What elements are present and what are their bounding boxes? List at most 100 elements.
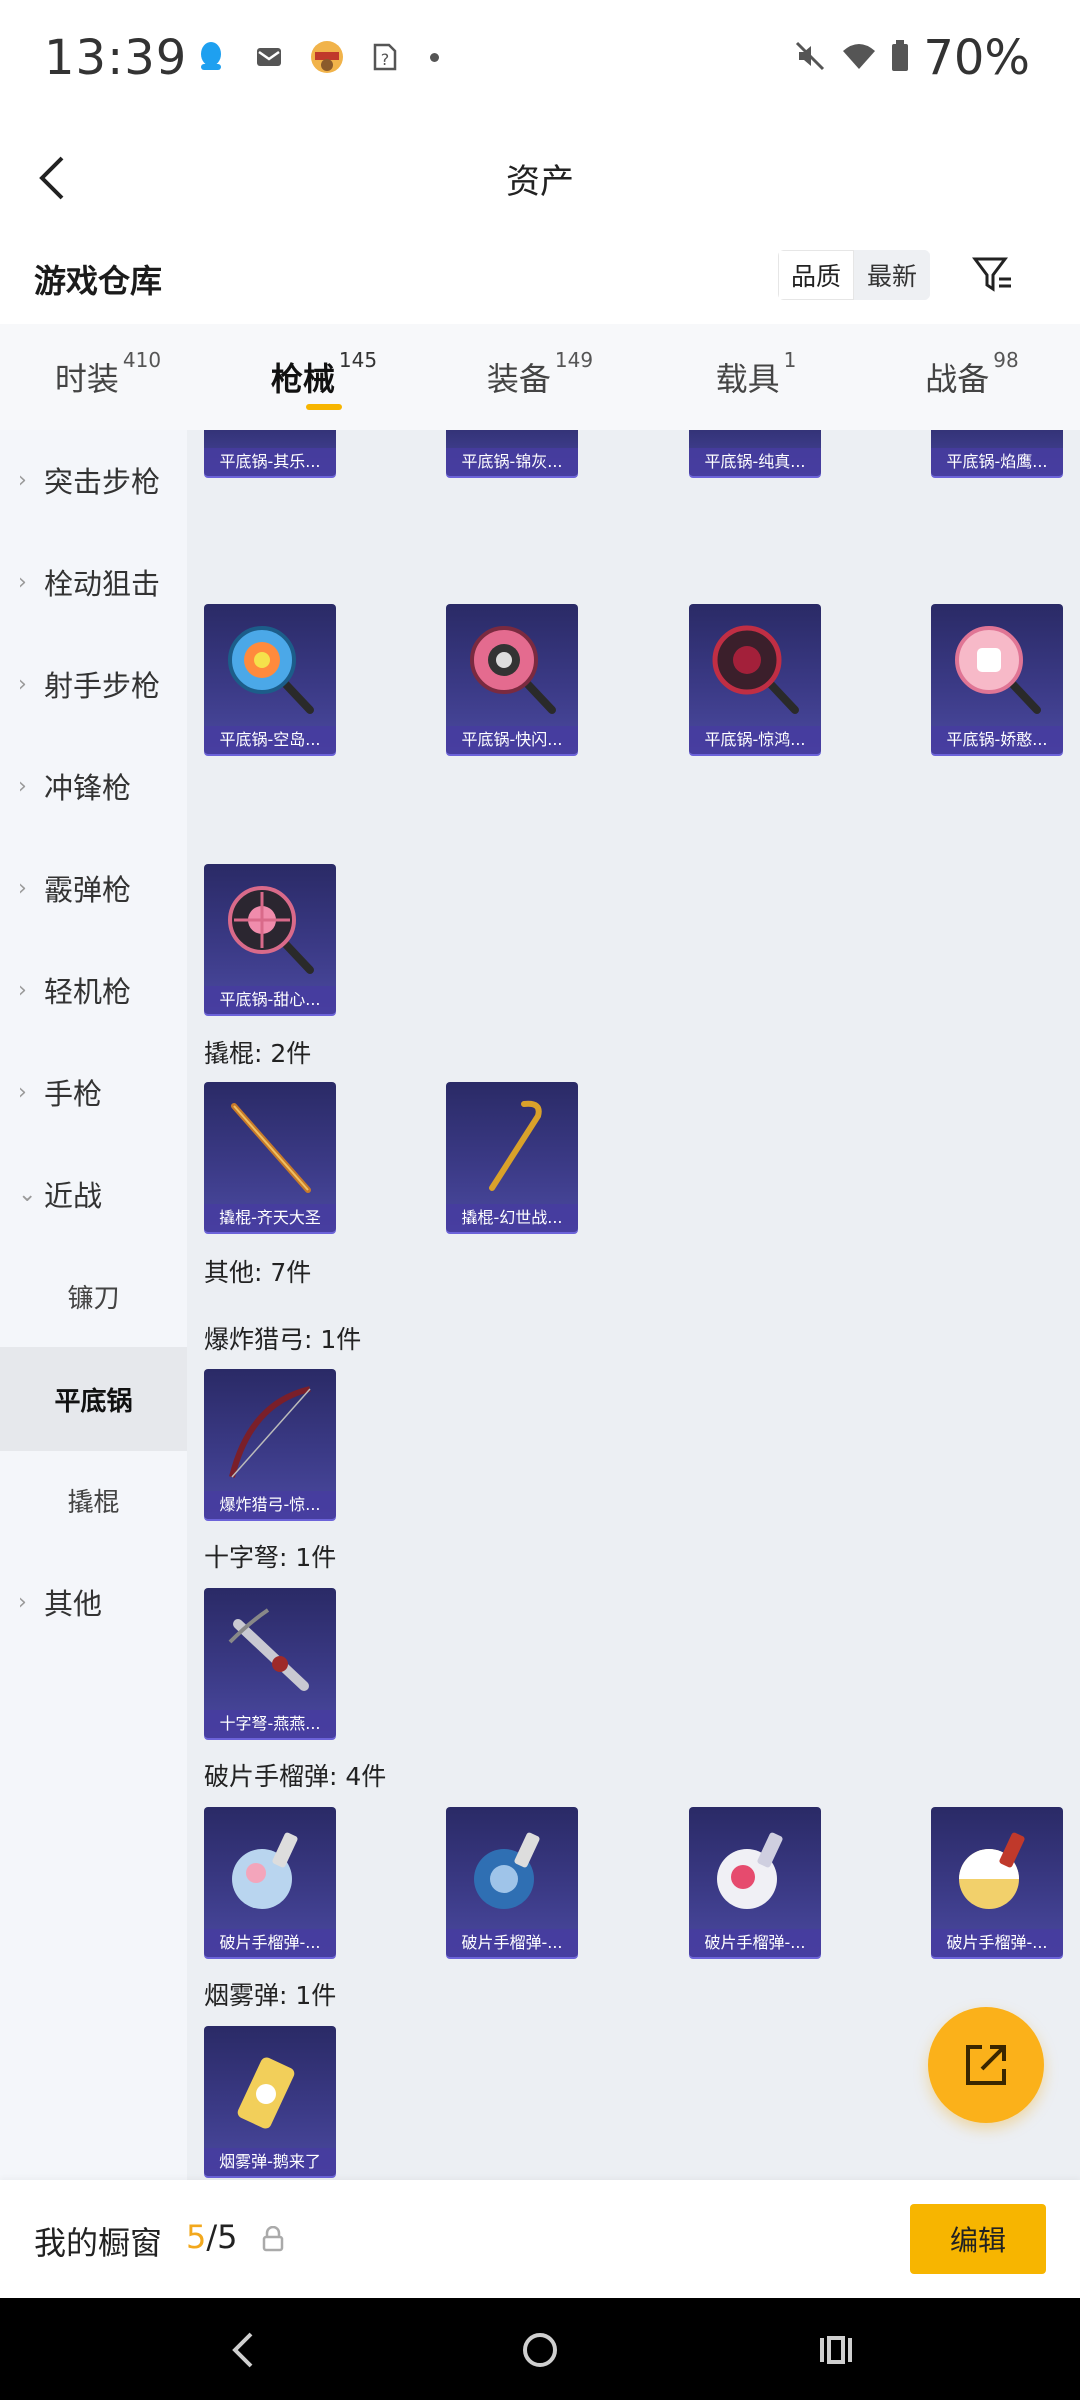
tab-fashion[interactable]: 时装 410: [0, 324, 216, 430]
item-label: 破片手榴弹-...: [931, 1929, 1063, 1957]
chevron-down-icon: ⌄: [18, 1181, 37, 1207]
filter-icon: [972, 257, 1011, 292]
status-right: 70%: [793, 30, 1030, 86]
status-time: 13:39: [44, 30, 188, 86]
item-card[interactable]: 破片手榴弹-...: [204, 1807, 336, 1957]
sidebar-item-bolt-sniper[interactable]: › 栓动狙击: [0, 552, 187, 612]
sidebar-subitem-sickle[interactable]: 镰刀: [0, 1266, 187, 1326]
status-bar: 13:39 ? 70%: [0, 0, 1080, 118]
edit-button[interactable]: 编辑: [910, 2204, 1046, 2274]
item-label: 撬棍-幻世战...: [446, 1204, 578, 1232]
home-circle-icon: [523, 2333, 557, 2367]
item-card[interactable]: 爆炸猎弓-惊...: [204, 1369, 336, 1519]
sidebar-item-other[interactable]: › 其他: [0, 1572, 187, 1632]
item-card[interactable]: 平底锅-纯真...: [689, 430, 821, 476]
dot-icon: [430, 52, 439, 62]
sidebar-subitem-crowbar[interactable]: 撬棍: [0, 1470, 187, 1530]
item-card[interactable]: 撬棍-幻世战...: [446, 1082, 578, 1232]
item-card[interactable]: 破片手榴弹-...: [446, 1807, 578, 1957]
tab-count: 410: [122, 348, 162, 372]
sort-quality-button[interactable]: 品质: [778, 250, 855, 300]
item-card[interactable]: 平底锅-其乐...: [204, 430, 336, 476]
item-card[interactable]: 撬棍-齐天大圣: [204, 1082, 336, 1232]
recents-icon: [820, 2336, 852, 2364]
sort-newest-button[interactable]: 最新: [854, 250, 931, 300]
system-back-button[interactable]: [214, 2322, 270, 2378]
tab-label: 装备: [486, 360, 551, 398]
item-label: 平底锅-焰鹰...: [931, 448, 1063, 476]
chevron-right-icon: ›: [18, 671, 27, 697]
showcase-count-total: /5: [206, 2218, 238, 2256]
item-label: 平底锅-纯真...: [689, 448, 821, 476]
showcase-title: 我的橱窗: [34, 2224, 163, 2262]
chevron-right-icon: ›: [18, 1079, 27, 1105]
bow-icon: [229, 1386, 311, 1478]
item-label: 破片手榴弹-...: [204, 1929, 336, 1957]
tab-label: 战备: [925, 360, 990, 398]
back-arrow-icon: [232, 2332, 253, 2368]
item-card[interactable]: 平底锅-娇憨...: [931, 604, 1063, 754]
tab-label: 载具: [715, 360, 780, 398]
sidebar-item-lmg[interactable]: › 轻机枪: [0, 960, 187, 1020]
tab-tactical-gear[interactable]: 战备 98: [864, 324, 1080, 430]
category-header-explosive-bow: 爆炸猎弓: 1件: [204, 1325, 362, 1354]
showcase-count-current: 5: [186, 2218, 207, 2256]
tab-equipment[interactable]: 装备 149: [432, 324, 648, 430]
chevron-right-icon: ›: [18, 875, 27, 901]
page-title: 资产: [506, 162, 574, 202]
sidebar-subitem-pan[interactable]: 平底锅: [0, 1347, 187, 1451]
sidebar-item-label: 栓动狙击: [44, 567, 161, 601]
sidebar-item-melee[interactable]: ⌄ 近战: [0, 1164, 187, 1224]
tab-count: 1: [783, 348, 797, 372]
category-header-crossbow: 十字弩: 1件: [204, 1543, 337, 1572]
pan-icon: [470, 626, 556, 714]
sidebar-item-pistol[interactable]: › 手枪: [0, 1062, 187, 1122]
item-card[interactable]: 平底锅-锦灰...: [446, 430, 578, 476]
share-fab[interactable]: [928, 2007, 1044, 2123]
category-tabs: 时装 410 枪械 145 装备 149 载具 1 战备 98: [0, 324, 1080, 430]
sidebar-item-assault-rifle[interactable]: › 突击步枪: [0, 450, 187, 510]
item-grid: 平底锅-其乐... 平底锅-锦灰... 平底锅-纯真... 平底锅-焰鹰... …: [187, 430, 1080, 2180]
pan-icon: [955, 626, 1041, 714]
tab-count: 98: [993, 348, 1019, 372]
sidebar-item-smg[interactable]: › 冲锋枪: [0, 756, 187, 816]
chevron-right-icon: ›: [18, 773, 27, 799]
sidebar-item-marksman-rifle[interactable]: › 射手步枪: [0, 654, 187, 714]
pan-icon: [228, 886, 314, 974]
item-card[interactable]: 十字弩-燕燕...: [204, 1588, 336, 1738]
smoke-grenade-icon: [237, 2057, 295, 2129]
battery-icon: [891, 40, 909, 76]
item-card[interactable]: 平底锅-惊鸿...: [689, 604, 821, 754]
grenade-icon: [232, 1832, 298, 1909]
item-label: 爆炸猎弓-惊...: [204, 1491, 336, 1519]
item-card[interactable]: 烟雾弹-鹅来了: [204, 2026, 336, 2176]
sidebar-item-label: 手枪: [44, 1077, 103, 1111]
filter-button[interactable]: [966, 248, 1020, 302]
item-card[interactable]: 平底锅-焰鹰...: [931, 430, 1063, 476]
sidebar-item-label: 镰刀: [67, 1283, 120, 1314]
item-card[interactable]: 破片手榴弹-...: [931, 1807, 1063, 1957]
mute-icon: [793, 39, 827, 77]
sidebar-item-shotgun[interactable]: › 霰弹枪: [0, 858, 187, 918]
grenade-icon: [959, 1832, 1025, 1909]
item-card[interactable]: 平底锅-甜心...: [204, 864, 336, 1014]
category-header-crowbar: 撬棍: 2件: [204, 1039, 312, 1068]
mail-icon: [250, 38, 288, 76]
item-card[interactable]: 破片手榴弹-...: [689, 1807, 821, 1957]
system-navigation-bar: [0, 2298, 1080, 2400]
chevron-right-icon: ›: [18, 1589, 27, 1615]
tab-count: 145: [338, 348, 378, 372]
item-card[interactable]: 平底锅-快闪...: [446, 604, 578, 754]
item-label: 破片手榴弹-...: [446, 1929, 578, 1957]
warehouse-title: 游戏仓库: [34, 262, 163, 300]
sim-question-icon: ?: [366, 38, 404, 76]
item-card[interactable]: 平底锅-空岛...: [204, 604, 336, 754]
system-recents-button[interactable]: [808, 2322, 864, 2378]
sidebar-item-label: 撬棍: [67, 1487, 120, 1518]
tab-firearms[interactable]: 枪械 145: [216, 324, 432, 430]
status-notification-icons: ?: [192, 38, 439, 76]
system-home-button[interactable]: [512, 2322, 568, 2378]
tab-vehicles[interactable]: 载具 1: [648, 324, 864, 430]
app-root: 13:39 ? 70% 资产 游戏仓库 品质 最新 时装 410 枪械 145 …: [0, 0, 1080, 2400]
sidebar-item-label: 霰弹枪: [44, 873, 132, 907]
